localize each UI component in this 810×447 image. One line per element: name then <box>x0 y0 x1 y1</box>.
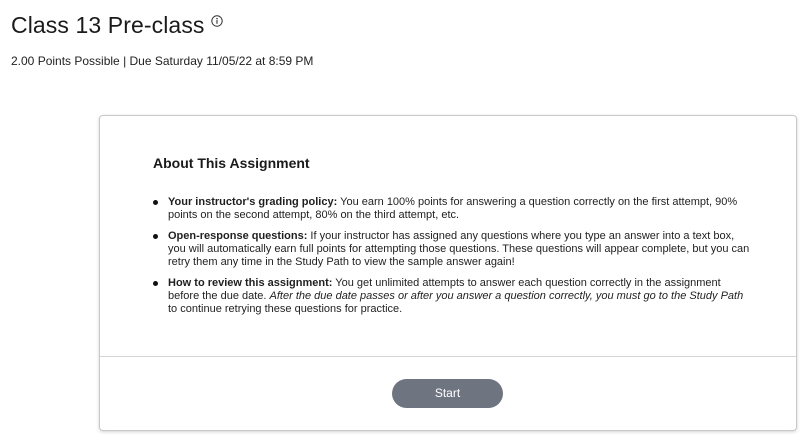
bullet-icon <box>153 234 158 239</box>
review-text-after: to continue retrying these questions for… <box>168 303 403 315</box>
bullet-icon <box>153 200 158 205</box>
start-button[interactable]: Start <box>392 379 503 408</box>
card-heading: About This Assignment <box>153 155 310 171</box>
list-item-review: How to review this assignment: You get u… <box>153 277 753 316</box>
assignment-info-list: Your instructor's grading policy: You ea… <box>153 196 753 324</box>
grading-policy-label: Your instructor's grading policy: <box>168 196 338 208</box>
page-title: Class 13 Pre-class <box>11 12 205 38</box>
assignment-meta: 2.00 Points Possible | Due Saturday 11/0… <box>11 54 314 68</box>
info-icon[interactable] <box>210 14 223 27</box>
open-response-label: Open-response questions: <box>168 230 308 242</box>
review-italic-text: After the due date passes or after you a… <box>269 290 744 302</box>
assignment-card: About This Assignment Your instructor's … <box>99 115 797 431</box>
page-header: Class 13 Pre-class <box>11 11 223 39</box>
list-item-open-response: Open-response questions: If your instruc… <box>153 230 753 269</box>
bullet-icon <box>153 281 158 286</box>
list-item-grading-policy: Your instructor's grading policy: You ea… <box>153 196 753 222</box>
card-divider <box>100 356 796 357</box>
review-label: How to review this assignment: <box>168 277 333 289</box>
